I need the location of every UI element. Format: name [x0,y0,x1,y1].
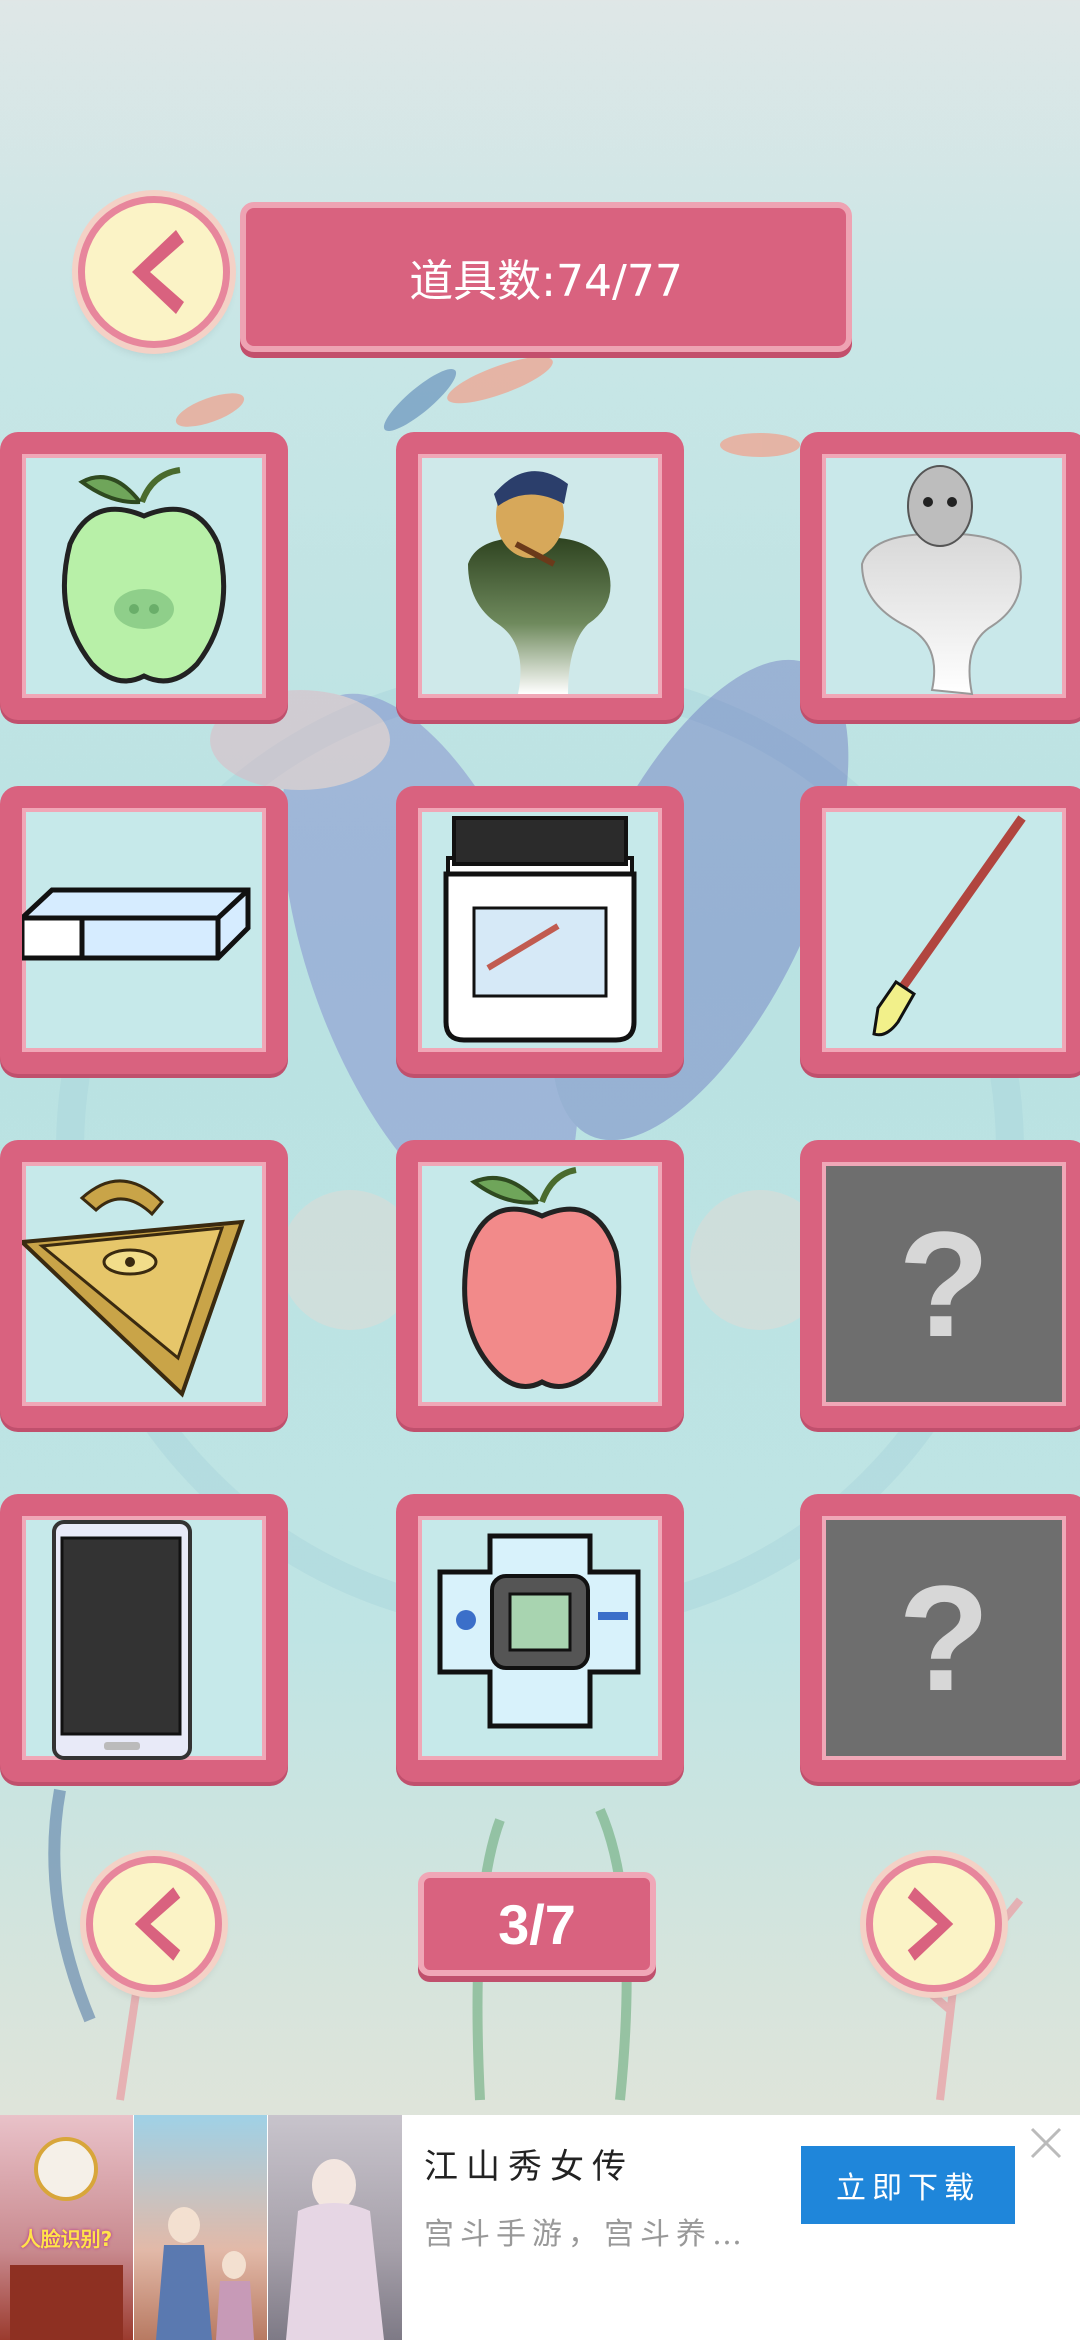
smartphone-icon [52,1520,192,1760]
slot-digivice[interactable] [396,1494,684,1782]
ad-thumbnail-3[interactable] [268,2115,402,2340]
ad-banner[interactable]: 人脸识别? 江山秀女传 宫斗手游，宫斗养… 立即下载 [0,2115,1080,2340]
paint-jar-icon [443,816,637,1043]
slot-picasso-ghost[interactable] [800,432,1080,720]
slot-smartphone[interactable] [0,1494,288,1782]
paintbrush-icon [872,815,1026,1037]
ad-title: 江山秀女传 [424,2147,634,2187]
character-image [286,2159,384,2340]
item-count-banner: 道具数:74/77 [240,202,852,352]
download-button[interactable]: 立即下载 [801,2146,1015,2224]
eraser-icon [22,887,251,961]
slot-van-gogh-ghost[interactable] [396,432,684,720]
slot-paintbrush[interactable] [800,786,1080,1074]
ad-thumbnail-2[interactable] [134,2115,267,2340]
question-mark-icon: ? [898,1199,990,1368]
prev-page-button[interactable] [86,1856,222,1992]
slot-locked-2[interactable]: ? [800,1494,1080,1782]
chevron-left-icon [134,1887,181,1961]
slot-eraser[interactable] [0,786,288,1074]
ad-thumb-caption: 人脸识别? [20,2227,113,2251]
chevron-right-icon [907,1887,954,1961]
millennium-puzzle-icon [22,1179,245,1398]
close-icon[interactable] [1024,2121,1068,2165]
character-image [156,2207,254,2340]
slot-locked-1[interactable]: ? [800,1140,1080,1428]
slot-red-apple[interactable] [396,1140,684,1428]
green-pig-apple-icon [61,467,227,684]
digivice-icon [437,1533,641,1729]
page-indicator: 3/7 [418,1872,656,1976]
ad-subtitle: 宫斗手游，宫斗养… [424,2217,748,2252]
page-label: 3/7 [498,1892,576,1956]
ad-thumbnail-1[interactable]: 人脸识别? [0,2115,133,2340]
slot-green-apple[interactable] [0,432,288,720]
back-button[interactable] [78,196,230,348]
red-apple-icon [462,1167,622,1389]
slot-millennium-puzzle[interactable] [0,1140,288,1428]
question-mark-icon: ? [898,1553,990,1722]
item-count-label: 道具数:74/77 [409,256,683,307]
chevron-left-icon [132,230,184,314]
picasso-ghost-icon [860,465,1022,696]
van-gogh-ghost-icon [468,471,611,694]
next-page-button[interactable] [866,1856,1002,1992]
slot-paint-jar[interactable] [396,786,684,1074]
